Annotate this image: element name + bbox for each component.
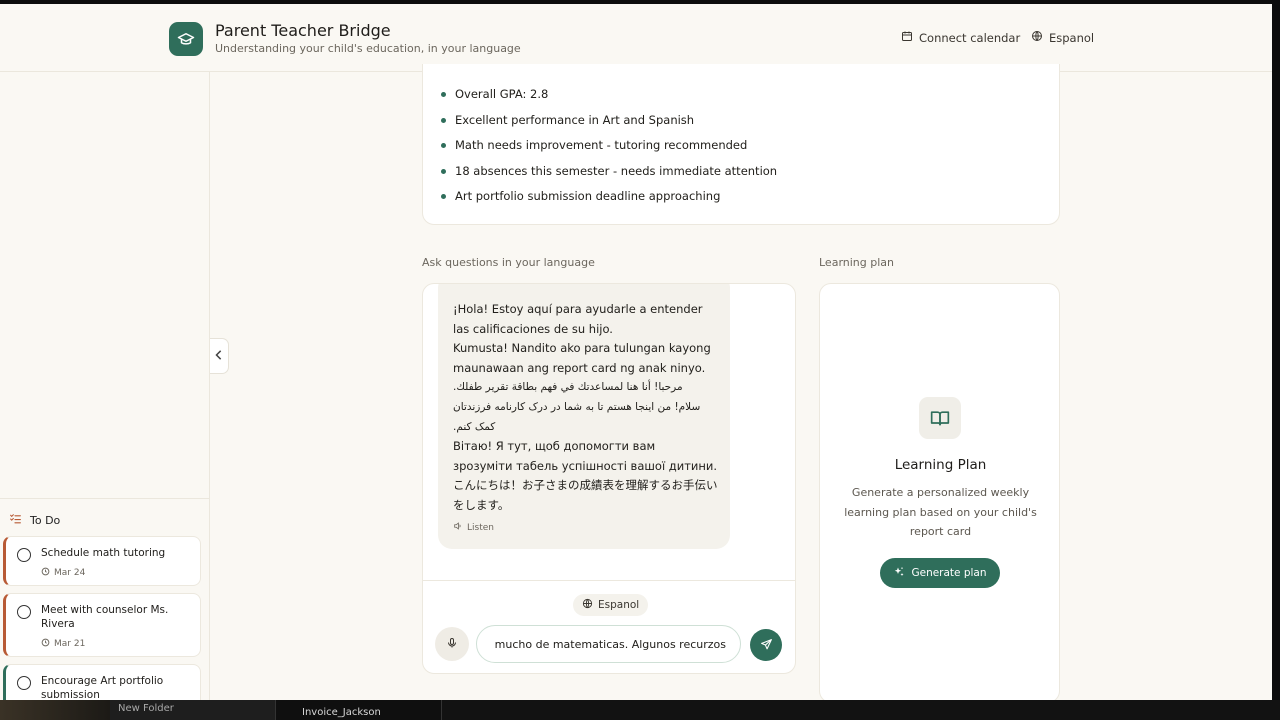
message-line-japanese: こんにちは！お子さまの成績表を理解するお手伝いをします。 [453, 478, 718, 512]
sidebar-collapse-button[interactable] [210, 338, 229, 374]
learning-plan-panel: Learning Plan Generate a personalized we… [819, 283, 1060, 700]
summary-item: Overall GPA: 2.8 [441, 86, 777, 112]
taskbar-document[interactable]: Invoice_Jackson [276, 700, 442, 720]
window-edge [1272, 4, 1280, 700]
book-icon [919, 397, 961, 439]
learning-plan-title: Learning Plan [894, 457, 987, 473]
summary-item: Excellent performance in Art and Spanish [441, 112, 777, 138]
calendar-icon [901, 30, 913, 45]
message-line-ukrainian: Вітаю! Я тут, щоб допомогти вам зрозуміт… [453, 439, 718, 473]
todo-item[interactable]: Schedule math tutoring Mar 24 [3, 536, 201, 586]
chat-panel: ¡Hola! Estoy aquí para ayudarle a entend… [422, 283, 796, 674]
speaker-icon [453, 521, 463, 534]
summary-item: Math needs improvement - tutoring recomm… [441, 137, 777, 163]
app-title: Parent Teacher Bridge [215, 21, 391, 40]
todo-header: To Do [9, 512, 60, 528]
microphone-icon [446, 635, 458, 654]
language-selector[interactable]: Espanol [1031, 30, 1094, 45]
chevron-left-icon [215, 349, 223, 363]
app-header: Parent Teacher Bridge Understanding your… [0, 4, 1272, 72]
todo-checkbox[interactable] [17, 605, 31, 619]
plan-section-label: Learning plan [819, 256, 895, 269]
send-icon [760, 636, 773, 655]
message-line-arabic: مرحبا! أنا هنا لمساعدتك في فهم بطاقة تقر… [453, 381, 683, 394]
taskbar: New Folder Invoice_Jackson [0, 700, 1280, 720]
todo-title: To Do [30, 513, 61, 527]
message-text: ¡Hola! Estoy aquí para ayudarle a entend… [453, 300, 718, 516]
todo-item-date: Mar 24 [41, 567, 85, 579]
globe-icon [582, 598, 593, 612]
clock-icon [41, 638, 50, 650]
chat-language-badge[interactable]: Espanol [573, 594, 649, 616]
chat-section-label: Ask questions in your language [422, 256, 595, 269]
taskbar-document-label: Invoice_Jackson [302, 707, 381, 718]
todo-item-date-text: Mar 21 [54, 639, 86, 649]
connect-calendar-button[interactable]: Connect calendar [901, 30, 1020, 45]
summary-item: Art portfolio submission deadline approa… [441, 188, 777, 214]
checklist-icon [9, 512, 22, 528]
todo-item-date: Mar 21 [41, 638, 85, 650]
sparkles-icon [893, 566, 905, 581]
todo-item-date-text: Mar 24 [54, 568, 86, 578]
summary-item: 18 absences this semester - needs immedi… [441, 163, 777, 189]
chat-input[interactable] [476, 625, 741, 663]
chat-divider [423, 580, 795, 581]
assistant-message: ¡Hola! Estoy aquí para ayudarle a entend… [438, 284, 730, 549]
sidebar: To Do Schedule math tutoring Mar 24 Meet… [0, 72, 210, 700]
sidebar-divider [0, 498, 210, 499]
connect-calendar-label: Connect calendar [919, 30, 1021, 45]
message-line-persian: سلام! من اینجا هستم تا به شما در درک کار… [453, 400, 701, 433]
app-subtitle: Understanding your child's education, in… [215, 42, 521, 55]
todo-checkbox[interactable] [17, 676, 31, 690]
clock-icon [41, 567, 50, 579]
learning-plan-description: Generate a personalized weekly learning … [844, 486, 1037, 538]
summary-list: Overall GPA: 2.8 Excellent performance i… [441, 86, 777, 214]
microphone-button[interactable] [435, 627, 469, 661]
report-summary-card: Overall GPA: 2.8 Excellent performance i… [422, 64, 1060, 225]
taskbar-thumbnail [0, 700, 110, 720]
todo-item[interactable]: Encourage Art portfolio submission [3, 664, 201, 700]
message-line-spanish: ¡Hola! Estoy aquí para ayudarle a entend… [453, 302, 703, 336]
listen-button[interactable]: Listen [453, 521, 494, 534]
todo-item-title: Meet with counselor Ms. Rivera [41, 604, 169, 630]
globe-icon [1031, 30, 1043, 45]
send-button[interactable] [750, 629, 782, 661]
message-line-tagalog: Kumusta! Nandito ako para tulungan kayon… [453, 341, 711, 375]
todo-item-title: Encourage Art portfolio submission [41, 675, 164, 700]
listen-label: Listen [467, 522, 494, 533]
todo-item[interactable]: Meet with counselor Ms. Rivera Mar 21 [3, 593, 201, 657]
generate-plan-button[interactable]: Generate plan [880, 558, 1000, 588]
generate-plan-label: Generate plan [911, 567, 987, 579]
app-window: Parent Teacher Bridge Understanding your… [0, 4, 1272, 700]
taskbar-folder-label: New Folder [118, 703, 174, 714]
language-label: Espanol [1049, 30, 1095, 45]
taskbar-folder[interactable]: New Folder [110, 700, 276, 720]
todo-checkbox[interactable] [17, 548, 31, 562]
graduation-cap-icon [169, 22, 203, 56]
todo-item-title: Schedule math tutoring [41, 547, 166, 559]
chat-language-label: Espanol [598, 599, 640, 611]
